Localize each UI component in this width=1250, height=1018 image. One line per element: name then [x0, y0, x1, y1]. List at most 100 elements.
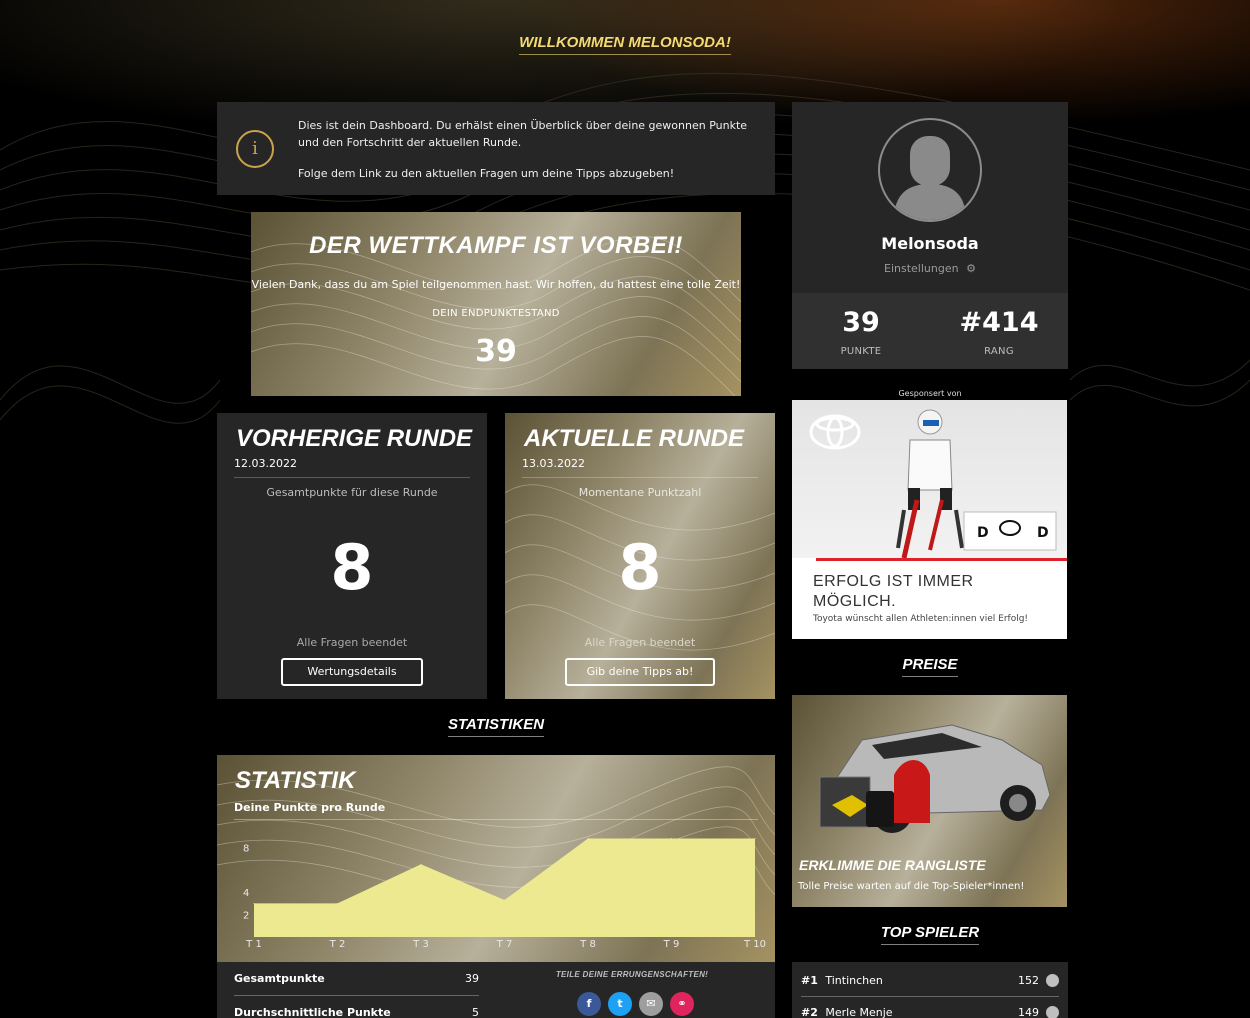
y-tick-label: 4: [243, 888, 249, 899]
prize-card[interactable]: ERKLIMME DIE RANGLISTE Tolle Preise wart…: [792, 695, 1067, 907]
chart-point: [671, 837, 672, 839]
rank-stat: #414 RANG: [930, 307, 1068, 357]
submit-tips-button[interactable]: Gib deine Tipps ab!: [565, 658, 715, 686]
profile-card: Melonsoda Einstellungen ⚙: [792, 102, 1068, 293]
dashboard-page: WILLKOMMEN MELONSODA! i Dies ist dein Da…: [0, 0, 1250, 1018]
points-label: PUNKTE: [840, 346, 882, 357]
final-score-value: 39: [475, 334, 517, 369]
team-d-badges: D D: [963, 511, 1057, 551]
svg-text:D: D: [1037, 525, 1049, 541]
list-item[interactable]: #1 Tintinchen 152: [801, 974, 1059, 987]
link-icon[interactable]: ⚭: [670, 992, 694, 1016]
current-round-points: 8: [618, 531, 662, 604]
prize-caption: ERKLIMME DIE RANGLISTE: [799, 857, 986, 873]
svg-text:D: D: [977, 525, 989, 541]
previous-round-subtitle: Gesamtpunkte für diese Runde: [266, 486, 438, 499]
sponsor-small-text: Toyota wünscht allen Athleten:innen viel…: [813, 614, 1029, 624]
sponsor-label: Gesponsert von: [898, 389, 962, 398]
chart-point: [420, 863, 422, 865]
player-avatar: [1046, 974, 1059, 987]
player-rank: #2: [801, 1006, 818, 1018]
chart-area-series: [254, 838, 755, 937]
toyota-logo: [809, 414, 861, 450]
player-points: 152: [1018, 974, 1039, 987]
statistics-section-label: STATISTIKEN: [447, 716, 545, 737]
prizes-section-label: PREISE: [902, 656, 958, 677]
chart-point: [504, 899, 505, 901]
competition-over-panel: DER WETTKAMPF IST VORBEI! Vielen Dank, d…: [251, 212, 741, 396]
previous-round-status: Alle Fragen beendet: [296, 636, 408, 649]
average-points-value: 5: [472, 1006, 479, 1018]
settings-label: Einstellungen: [884, 262, 959, 275]
y-tick-label: 8: [243, 843, 249, 854]
total-points-label: Gesamtpunkte: [234, 972, 325, 985]
player-name: Tintinchen: [825, 974, 883, 987]
info-icon: i: [236, 130, 274, 168]
player-points: 149: [1018, 1006, 1039, 1018]
sponsor-ad[interactable]: D D ERFOLG IST IMMER MÖGLICH. Toyota wün…: [792, 400, 1067, 639]
statistic-card: STATISTIK Deine Punkte pro Runde 248T 1T…: [217, 755, 775, 962]
twitter-icon[interactable]: t: [608, 992, 632, 1016]
welcome-text: WILLKOMMEN MELONSODA!: [519, 34, 731, 55]
final-score-label: DEIN ENDPUNKTESTAND: [432, 308, 560, 319]
avatar[interactable]: [878, 118, 982, 222]
previous-round-date: 12.03.2022: [234, 457, 297, 470]
x-tick-label: T 2: [329, 939, 346, 950]
prizes-section-title: PREISE: [792, 656, 1068, 677]
chart-point: [754, 837, 756, 839]
list-item[interactable]: #2 Merle Menje 149: [801, 1006, 1059, 1018]
average-points-row: Durchschnittliche Punkte 5: [234, 1006, 479, 1018]
sponsor-slogan-line-1: ERFOLG IST IMMER: [813, 573, 974, 590]
current-round-date: 13.03.2022: [522, 457, 585, 470]
sponsor-photo: D D: [792, 400, 1067, 559]
player-name: Merle Menje: [825, 1006, 893, 1018]
points-value: 39: [842, 307, 880, 338]
divider: [522, 477, 758, 478]
info-text-1: Dies ist dein Dashboard. Du erhälst eine…: [298, 119, 748, 149]
sponsor-slogan-line-2: MÖGLICH.: [813, 593, 897, 610]
competition-title: DER WETTKAMPF IST VORBEI!: [309, 232, 683, 259]
top-players-list: #1 Tintinchen 152 #2 Merle Menje 149: [792, 962, 1068, 1018]
current-round-subtitle: Momentane Punktzahl: [578, 486, 702, 499]
rank-label: RANG: [984, 346, 1014, 357]
x-tick-label: T 8: [579, 939, 596, 950]
player-rank: #1: [801, 974, 818, 987]
email-icon[interactable]: ✉: [639, 992, 663, 1016]
competition-thanks: Vielen Dank, dass du am Spiel teilgenomm…: [251, 278, 741, 291]
athlete-illustration: D D: [809, 409, 1057, 559]
statistics-section-title: STATISTIKEN: [217, 716, 775, 737]
username: Melonsoda: [881, 234, 979, 253]
divider: [801, 996, 1059, 997]
previous-round-title: VORHERIGE RUNDE: [236, 425, 473, 452]
gear-icon: ⚙: [966, 262, 976, 275]
points-stat: 39 PUNKTE: [792, 307, 930, 357]
user-silhouette-icon: [894, 136, 966, 220]
x-tick-label: T 7: [496, 939, 513, 950]
average-points-label: Durchschnittliche Punkte: [234, 1006, 391, 1018]
current-round-card: AKTUELLE RUNDE 13.03.2022 Momentane Punk…: [505, 413, 775, 699]
welcome-heading: WILLKOMMEN MELONSODA!: [0, 32, 1250, 55]
divider: [234, 477, 470, 478]
prize-description: Tolle Preise warten auf die Top-Spieler*…: [798, 881, 1025, 892]
scoring-details-button[interactable]: Wertungsdetails: [281, 658, 423, 686]
rank-value: #414: [959, 307, 1039, 338]
x-tick-label: T 10: [743, 939, 766, 950]
settings-link[interactable]: Einstellungen ⚙: [792, 262, 1068, 275]
previous-round-points: 8: [330, 531, 374, 604]
x-tick-label: T 1: [245, 939, 262, 950]
divider: [234, 995, 479, 996]
x-tick-label: T 9: [663, 939, 680, 950]
red-accent-line: [816, 558, 1067, 561]
profile-stats: 39 PUNKTE #414 RANG: [792, 293, 1068, 369]
player-avatar: [1046, 1006, 1059, 1018]
current-round-status: Alle Fragen beendet: [584, 636, 696, 649]
facebook-icon[interactable]: f: [577, 992, 601, 1016]
x-tick-label: T 3: [412, 939, 429, 950]
chart-point: [337, 902, 338, 904]
chart-point: [587, 837, 589, 839]
chart-point: [253, 902, 255, 904]
statistic-totals: Gesamtpunkte 39 Durchschnittliche Punkte…: [217, 962, 775, 1018]
prize-illustration: [819, 724, 1051, 833]
share-label: TEILE DEINE ERRUNGENSCHAFTEN!: [555, 970, 709, 979]
info-box: i Dies ist dein Dashboard. Du erhälst ei…: [217, 102, 775, 195]
